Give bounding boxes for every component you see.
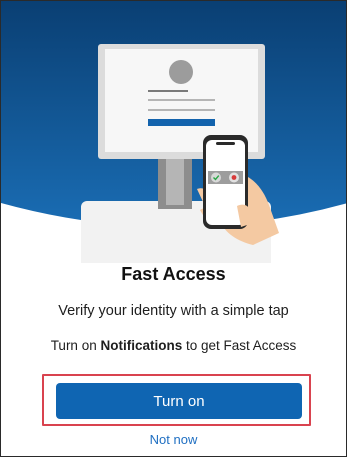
notifications-notice: Turn on Notifications to get Fast Access	[1, 338, 346, 353]
notice-emphasis: Notifications	[100, 338, 183, 353]
check-icon	[211, 172, 221, 183]
page-subtitle: Verify your identity with a simple tap	[58, 303, 289, 319]
notice-suffix: to get Fast Access	[182, 338, 297, 353]
turn-on-button[interactable]: Turn on	[56, 383, 302, 419]
notice-prefix: Turn on	[50, 338, 101, 353]
cancel-icon	[229, 172, 239, 183]
fast-access-screen: Fast Access Verify your identity with a …	[0, 0, 347, 457]
avatar-icon	[169, 60, 193, 84]
page-title: Fast Access	[121, 264, 226, 284]
not-now-link[interactable]: Not now	[1, 432, 346, 447]
hero-illustration	[1, 1, 346, 263]
